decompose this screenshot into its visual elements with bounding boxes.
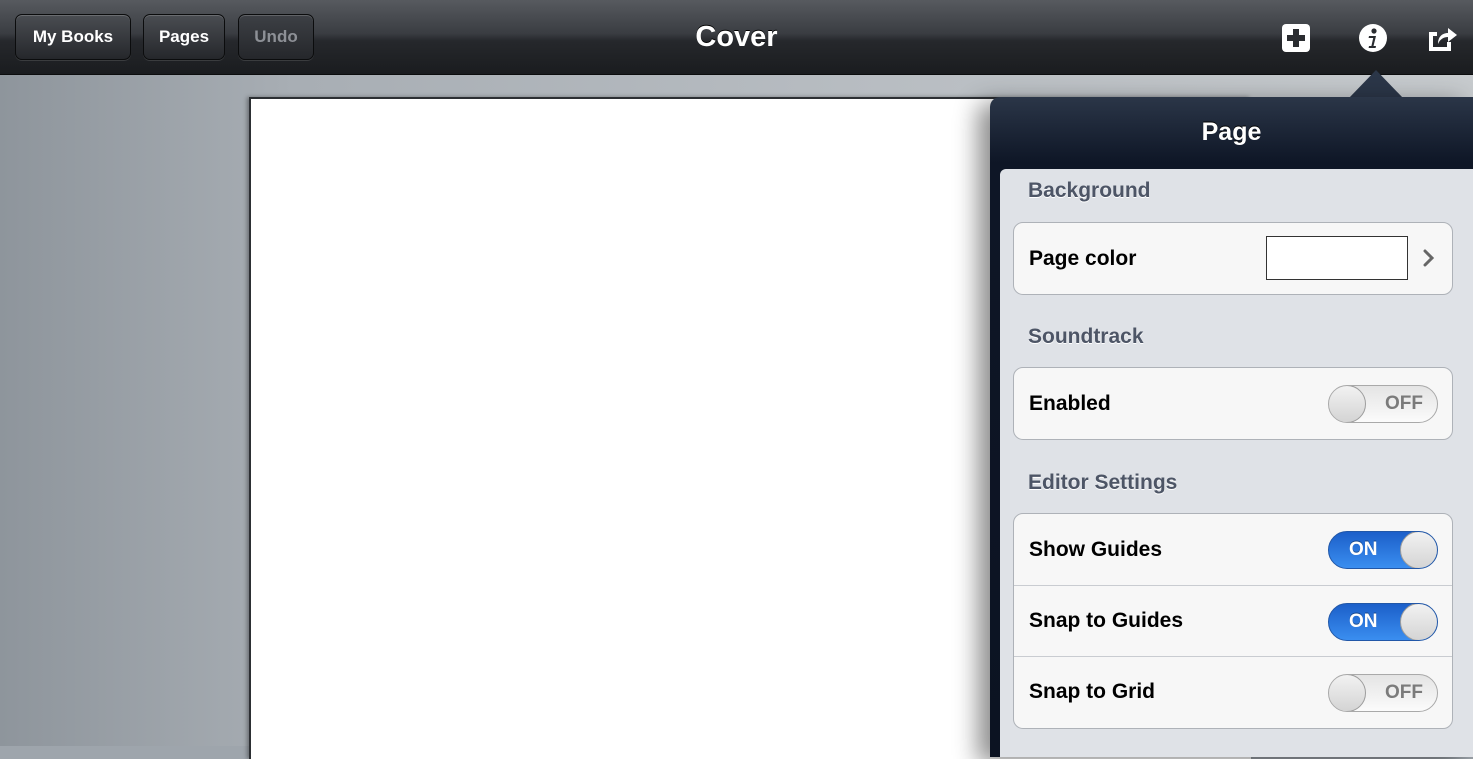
show-guides-row: Show Guides ON	[1014, 514, 1452, 585]
toggle-knob	[1400, 532, 1437, 568]
soundtrack-enabled-label: Enabled	[1029, 391, 1111, 415]
top-toolbar: My Books Pages Undo Cover	[0, 0, 1473, 75]
section-header-soundtrack: Soundtrack	[1028, 325, 1144, 348]
pages-button[interactable]: Pages	[143, 14, 225, 60]
snap-to-guides-toggle[interactable]: ON	[1328, 603, 1438, 641]
section-header-editor-settings: Editor Settings	[1028, 471, 1178, 494]
soundtrack-enabled-toggle[interactable]: OFF	[1328, 385, 1438, 423]
soundtrack-enabled-row: Enabled OFF	[1014, 368, 1452, 439]
popover-arrow	[1349, 70, 1403, 98]
snap-to-grid-toggle[interactable]: OFF	[1328, 674, 1438, 712]
info-icon[interactable]	[1357, 22, 1389, 54]
undo-button[interactable]: Undo	[238, 14, 314, 60]
chevron-right-icon	[1423, 249, 1435, 267]
page-color-row[interactable]: Page color	[1014, 223, 1452, 294]
snap-to-guides-label: Snap to Guides	[1029, 609, 1184, 632]
section-header-background: Background	[1028, 179, 1151, 202]
show-guides-toggle[interactable]: ON	[1328, 531, 1438, 569]
toggle-knob	[1329, 386, 1366, 422]
toggle-knob	[1400, 604, 1437, 640]
background-group: Page color	[1013, 222, 1453, 295]
toggle-state-text: ON	[1349, 539, 1378, 560]
popover-title: Page	[1201, 117, 1262, 146]
toggle-state-text: OFF	[1385, 682, 1423, 703]
page-color-label: Page color	[1029, 246, 1137, 270]
soundtrack-group: Enabled OFF	[1013, 367, 1453, 440]
toggle-state-text: OFF	[1385, 393, 1423, 414]
add-icon[interactable]	[1280, 22, 1312, 54]
show-guides-label: Show Guides	[1029, 537, 1163, 561]
toggle-knob	[1329, 675, 1366, 711]
editor-settings-group: Show Guides ON Snap to Guides ON Snap to…	[1013, 513, 1453, 729]
share-icon[interactable]	[1426, 22, 1458, 54]
my-books-button[interactable]: My Books	[15, 14, 131, 60]
page-color-swatch[interactable]	[1266, 236, 1408, 280]
snap-to-grid-label: Snap to Grid	[1029, 680, 1155, 703]
toggle-state-text: ON	[1349, 611, 1378, 632]
snap-to-grid-row: Snap to Grid OFF	[1014, 656, 1452, 727]
snap-to-guides-row: Snap to Guides ON	[1014, 585, 1452, 656]
page-settings-popover: Page Background Page color Soundtrack En…	[990, 97, 1473, 757]
popover-content: Background Page color Soundtrack Enabled…	[1000, 169, 1473, 757]
